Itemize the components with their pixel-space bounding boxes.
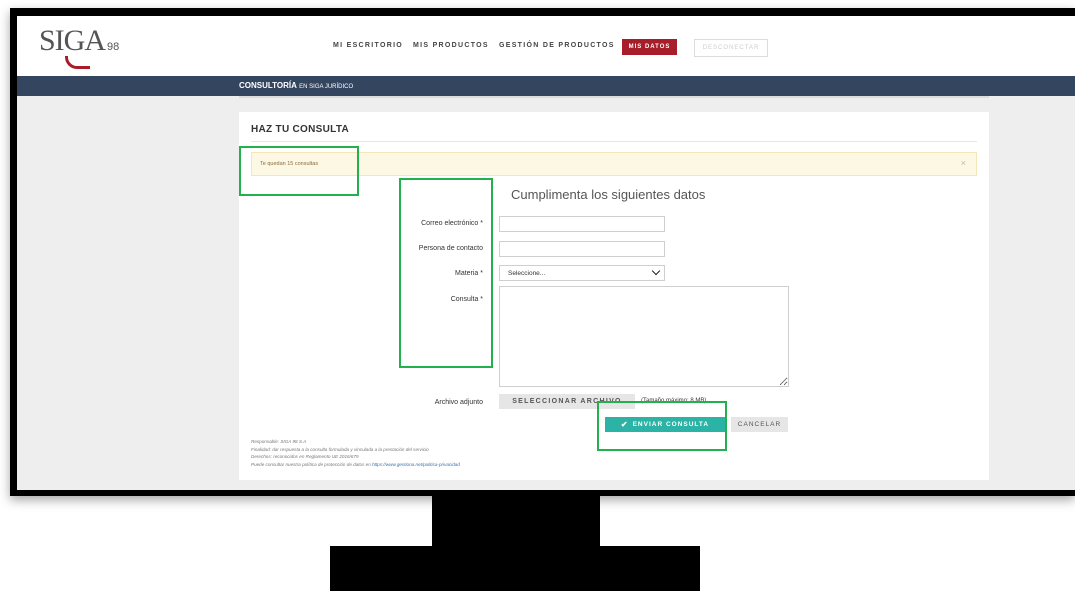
footer-line: Puede consultar nuestra política de prot…: [251, 461, 460, 469]
chevron-down-icon: [651, 266, 661, 276]
top-navbar: SIGA 98 MI ESCRITORIO MIS PRODUCTOS GESTI…: [17, 16, 1075, 76]
email-field[interactable]: [499, 216, 665, 232]
divider: [239, 96, 989, 98]
materia-select[interactable]: Seleccione...: [499, 265, 665, 281]
monitor-frame: SIGA 98 MI ESCRITORIO MIS PRODUCTOS GESTI…: [10, 8, 1075, 496]
highlight-box-submit: [597, 401, 727, 451]
remaining-consultas-alert: Te quedan 15 consultas ×: [251, 152, 977, 176]
brand-name: SIGA: [39, 24, 106, 57]
section-title: CONSULTORÍA EN SIGA JURÍDICO: [239, 81, 353, 90]
footer-line: Derechos: reconocidos en Reglamento UE 2…: [251, 454, 359, 460]
file-label: Archivo adjunto: [434, 399, 483, 406]
privacy-policy-link[interactable]: https://www.gestiona.net/politica-privac…: [372, 462, 460, 467]
nav-mis-datos[interactable]: MIS DATOS: [622, 39, 677, 55]
footer-line: Finalidad: dar respuesta a la consulta f…: [251, 446, 429, 452]
section-bar: CONSULTORÍA EN SIGA JURÍDICO: [17, 76, 1075, 96]
nav-mi-escritorio[interactable]: MI ESCRITORIO: [333, 42, 403, 49]
brand-logo[interactable]: SIGA 98: [39, 24, 119, 58]
monitor-neck: [432, 496, 600, 546]
section-title-rest: EN SIGA JURÍDICO: [299, 84, 354, 90]
divider: [251, 141, 977, 142]
brand-suffix: 98: [107, 41, 120, 53]
monitor-base: [330, 546, 700, 591]
materia-selected-value: Seleccione...: [508, 270, 546, 277]
nav-mis-productos[interactable]: MIS PRODUCTOS: [413, 42, 489, 49]
highlight-box-alert: [239, 146, 359, 196]
nav-gestion-productos[interactable]: GESTIÓN DE PRODUCTOS: [499, 42, 615, 49]
logout-button[interactable]: DESCONECTAR: [694, 39, 768, 57]
consulta-textarea[interactable]: [499, 286, 789, 387]
legal-footer: Responsable: SIGA 98 S.A Finalidad: dar …: [251, 438, 460, 468]
footer-line-text: Puede consultar nuestra política de prot…: [251, 461, 371, 467]
highlight-box-labels: [399, 178, 493, 368]
close-icon[interactable]: ×: [961, 158, 966, 168]
section-title-bold: CONSULTORÍA: [239, 81, 297, 90]
card-title: HAZ TU CONSULTA: [251, 124, 350, 135]
logo-swoosh-icon: [65, 56, 90, 69]
form-heading: Cumplimenta los siguientes datos: [511, 187, 706, 202]
cancel-button[interactable]: CANCELAR: [731, 417, 788, 432]
contact-field[interactable]: [499, 241, 665, 257]
footer-line: Responsable: SIGA 98 S.A: [251, 439, 307, 444]
screen: SIGA 98 MI ESCRITORIO MIS PRODUCTOS GESTI…: [17, 16, 1075, 490]
